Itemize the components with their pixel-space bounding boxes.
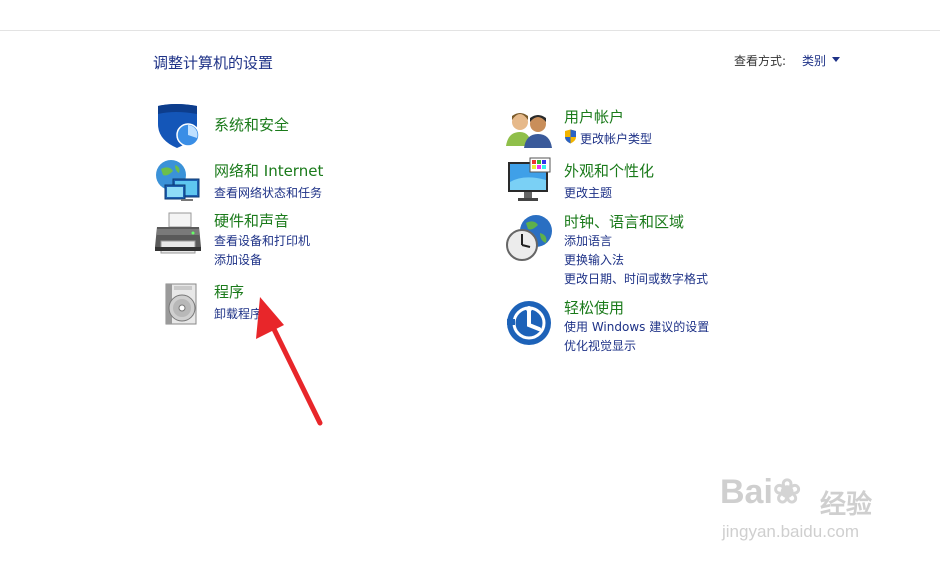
category-users-title[interactable]: 用户帐户 bbox=[564, 106, 624, 127]
category-security-title[interactable]: 系统和安全 bbox=[214, 114, 289, 135]
network-globe-icon[interactable] bbox=[153, 157, 203, 207]
watermark-logo: Bai❀ bbox=[720, 473, 802, 511]
category-programs-title[interactable]: 程序 bbox=[214, 281, 244, 302]
change-input-method-link[interactable]: 更换输入法 bbox=[564, 251, 624, 268]
add-language-link[interactable]: 添加语言 bbox=[564, 232, 612, 249]
category-hardware-title[interactable]: 硬件和声音 bbox=[214, 210, 289, 231]
red-arrow-annotation bbox=[256, 297, 323, 426]
category-ease-title[interactable]: 轻松使用 bbox=[564, 297, 624, 318]
ease-of-access-icon[interactable] bbox=[505, 299, 555, 349]
devices-printers-link[interactable]: 查看设备和打印机 bbox=[214, 232, 310, 249]
monitor-palette-icon[interactable] bbox=[504, 156, 554, 206]
optimize-display-link[interactable]: 优化视觉显示 bbox=[564, 337, 636, 354]
shield-icon[interactable] bbox=[153, 100, 203, 150]
category-network-title[interactable]: 网络和 Internet bbox=[214, 160, 323, 181]
view-by-label: 查看方式: bbox=[734, 54, 787, 68]
add-device-link[interactable]: 添加设备 bbox=[214, 251, 262, 268]
watermark-url: jingyan.baidu.com bbox=[722, 522, 860, 541]
top-divider bbox=[0, 30, 940, 31]
watermark-jingyan: 经验 bbox=[820, 490, 873, 520]
clock-globe-icon[interactable] bbox=[504, 213, 554, 263]
page-title: 调整计算机的设置 bbox=[153, 54, 274, 72]
network-status-link[interactable]: 查看网络状态和任务 bbox=[214, 184, 322, 201]
users-icon[interactable] bbox=[504, 104, 554, 154]
chevron-down-icon[interactable] bbox=[832, 57, 840, 62]
uac-shield-icon bbox=[565, 129, 576, 144]
use-windows-settings-link[interactable]: 使用 Windows 建议的设置 bbox=[564, 318, 709, 335]
printer-icon[interactable] bbox=[153, 211, 203, 261]
category-appearance-title[interactable]: 外观和个性化 bbox=[564, 160, 654, 181]
category-clock-title[interactable]: 时钟、语言和区域 bbox=[564, 211, 684, 232]
change-account-type-link[interactable]: 更改帐户类型 bbox=[580, 130, 652, 147]
change-date-format-link[interactable]: 更改日期、时间或数字格式 bbox=[564, 270, 708, 287]
change-theme-link[interactable]: 更改主题 bbox=[564, 184, 612, 201]
view-by-dropdown[interactable]: 类别 bbox=[802, 52, 826, 69]
programs-disc-icon[interactable] bbox=[156, 280, 206, 330]
